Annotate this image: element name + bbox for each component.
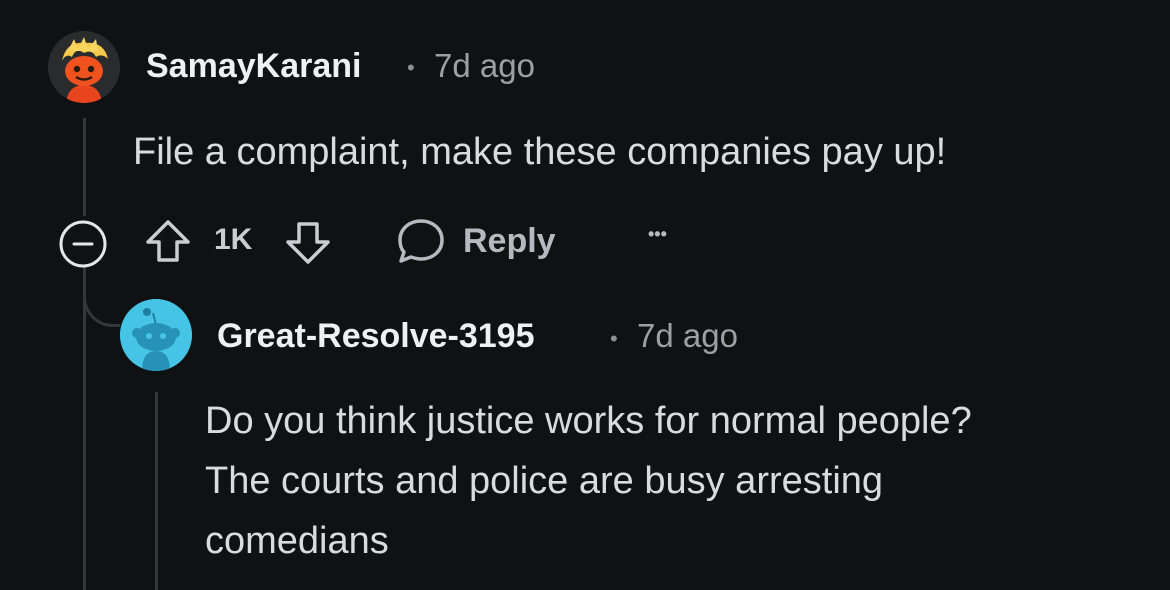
reply-body-line: Do you think justice works for normal pe… (205, 400, 972, 442)
comment-bubble-icon (398, 219, 444, 263)
reply-button-label[interactable]: Reply (463, 222, 556, 261)
reply-body: Do you think justice works for normal pe… (205, 391, 972, 571)
avatar-great-resolve-3195[interactable] (120, 299, 192, 371)
collapse-minus-icon (59, 220, 107, 268)
comment-timestamp[interactable]: 7d ago (434, 47, 535, 85)
collapse-button[interactable] (57, 218, 109, 270)
default-snoo-icon (120, 299, 192, 371)
thread-line-reply[interactable] (155, 392, 158, 590)
reply-body-line: The courts and police are busy arresting (205, 460, 884, 502)
comment-body: File a complaint, make these companies p… (133, 131, 947, 173)
more-options-button[interactable]: ••• (648, 224, 667, 245)
vote-count: 1K (214, 223, 253, 256)
downvote-arrow-icon (286, 222, 330, 264)
upvote-button[interactable] (144, 218, 192, 266)
thread-line-main-lower[interactable] (83, 264, 86, 590)
snoo-avatar-icon (48, 31, 120, 103)
thread-branch-curve (83, 264, 120, 327)
upvote-arrow-icon (146, 220, 190, 262)
reply-body-line: comedians (205, 520, 389, 562)
reply-username[interactable]: Great-Resolve-3195 (217, 317, 535, 356)
meta-separator: • (407, 55, 415, 80)
avatar-samaykarani[interactable] (48, 31, 120, 103)
reply-button[interactable] (396, 216, 446, 266)
comment-username[interactable]: SamayKarani (146, 47, 361, 86)
reply-timestamp[interactable]: 7d ago (637, 317, 738, 355)
downvote-button[interactable] (284, 218, 332, 266)
reply-meta-separator: • (610, 326, 618, 351)
thread-line-main-upper[interactable] (83, 118, 86, 216)
comment-thread: SamayKarani • 7d ago File a complaint, m… (0, 0, 1170, 590)
